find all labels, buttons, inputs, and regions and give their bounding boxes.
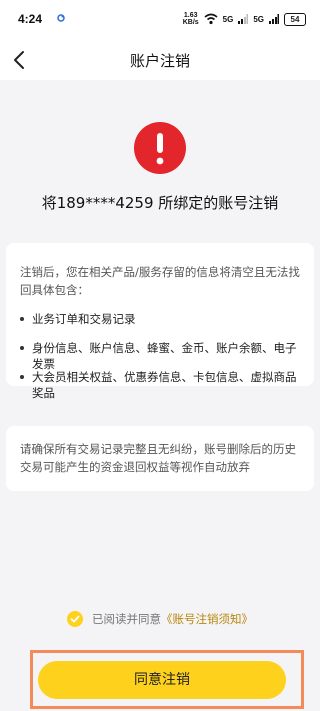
- page-title: 账户注销: [129, 52, 190, 70]
- info-list: 业务订单和交易记录 身份信息、账户信息、蜂蜜、金币、账户余额、电子发票 大会员相…: [20, 311, 300, 400]
- signal-label-1: 5G: [222, 14, 234, 24]
- list-item: 身份信息、账户信息、蜂蜜、金币、账户余额、电子发票: [20, 340, 300, 371]
- nav-bar: 账户注销: [0, 40, 320, 80]
- info-intro: 注销后，您在相关产品/服务存留的信息将清空且无法找回具体包含：: [20, 265, 300, 297]
- battery-icon: 54: [284, 12, 306, 26]
- warning-text: 请确保所有交易记录完整且无纠纷，账号删除后的历史交易可能产生的资金退回权益等视作…: [20, 442, 296, 474]
- signal-icon-2: [269, 14, 279, 24]
- checkbox-checked-icon[interactable]: [67, 611, 83, 627]
- signal-label-2: 5G: [253, 14, 264, 24]
- agreement-text: 已阅读并同意: [92, 612, 161, 626]
- list-item: 业务订单和交易记录: [20, 311, 300, 340]
- network-speed: 1.63 KB/s: [183, 12, 199, 26]
- status-time: 4:24: [18, 12, 43, 26]
- confirm-cancel-account-button[interactable]: 同意注销: [38, 661, 286, 699]
- exclamation-circle-icon: [134, 122, 186, 174]
- status-bar: 4:24 1.63 KB/s 5G 5G 54: [0, 0, 320, 40]
- status-icons: 1.63 KB/s 5G 5G 54: [183, 10, 306, 28]
- bullet-dot: [20, 375, 24, 379]
- list-item-text: 业务订单和交易记录: [32, 312, 136, 326]
- bullet-dot: [20, 317, 24, 321]
- agreement-link[interactable]: 《账号注销须知》: [161, 611, 253, 627]
- info-card: 注销后，您在相关产品/服务存留的信息将清空且无法找回具体包含： 业务订单和交易记…: [6, 243, 314, 400]
- wifi-icon: [204, 13, 218, 25]
- signal-icon-1: [238, 14, 249, 24]
- bullet-dot: [20, 346, 24, 350]
- network-speed-unit: KB/s: [182, 19, 199, 26]
- network-speed-value: 1.63: [183, 12, 198, 19]
- account-text: 将189****4259 所绑定的账号注销: [41, 194, 279, 212]
- list-item: 大会员相关权益、优惠券信息、卡包信息、虚拟商品奖品: [20, 369, 300, 400]
- app-notification-icon: [57, 14, 65, 22]
- list-item-text: 大会员相关权益、优惠券信息、卡包信息、虚拟商品奖品: [32, 370, 297, 400]
- warning-card: 请确保所有交易记录完整且无纠纷，账号删除后的历史交易可能产生的资金退回权益等视作…: [6, 426, 314, 491]
- list-item-text: 身份信息、账户信息、蜂蜜、金币、账户余额、电子发票: [32, 341, 297, 371]
- agreement-row: 已阅读并同意 《账号注销须知》: [0, 611, 320, 627]
